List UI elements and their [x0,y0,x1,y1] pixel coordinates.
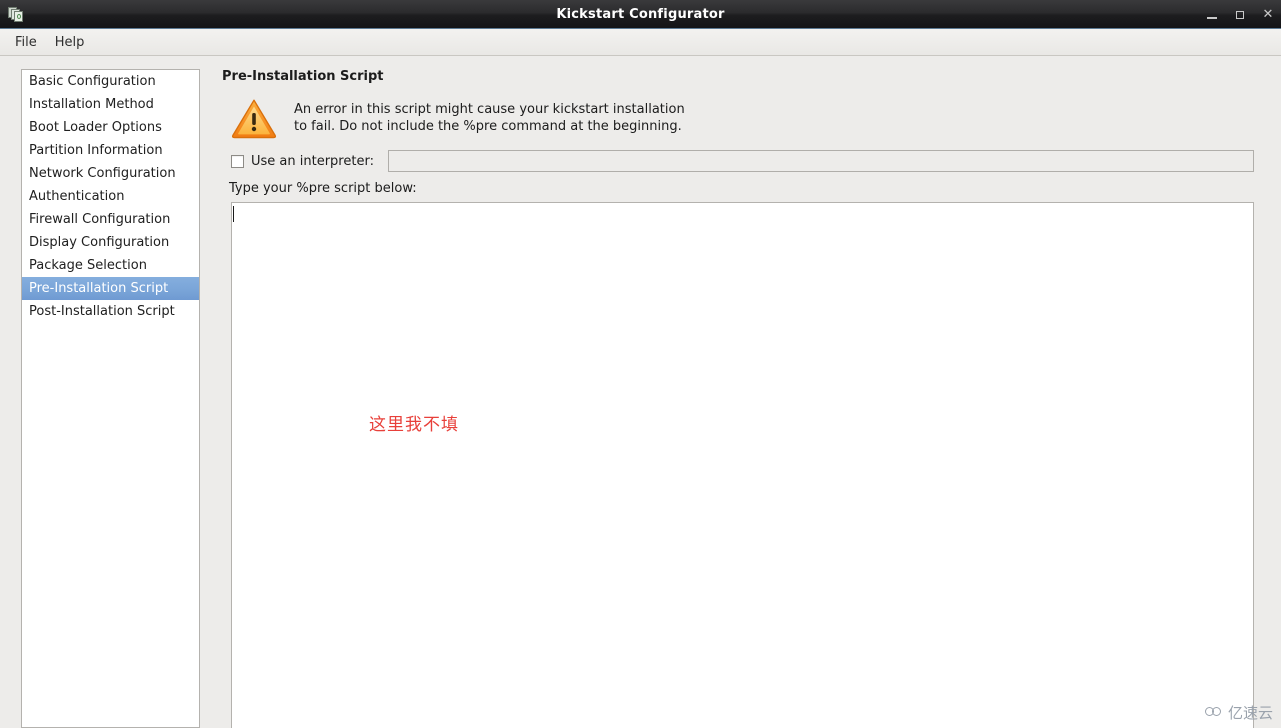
menu-item-help[interactable]: Help [46,32,94,53]
sidebar-item-package-selection[interactable]: Package Selection [22,254,199,277]
use-interpreter-label: Use an interpreter: [251,153,374,169]
sidebar-item-installation-method[interactable]: Installation Method [22,93,199,116]
sidebar-item-firewall-configuration[interactable]: Firewall Configuration [22,208,199,231]
close-button[interactable]: ✕ [1261,7,1275,22]
interpreter-row: Use an interpreter: [231,150,1281,172]
maximize-button[interactable] [1233,8,1247,22]
script-textarea[interactable]: 这里我不填 [231,202,1254,728]
script-label: Type your %pre script below: [229,181,417,196]
sidebar-item-authentication[interactable]: Authentication [22,185,199,208]
page-title: Pre-Installation Script [222,69,384,84]
sidebar-item-basic-configuration[interactable]: Basic Configuration [22,70,199,93]
warning-banner: An error in this script might cause your… [231,96,1281,139]
sidebar-item-post-installation-script[interactable]: Post-Installation Script [22,300,199,323]
title-bar: Kickstart Configurator ✕ [0,0,1281,29]
warning-message-line2: to fail. Do not include the %pre command… [294,119,682,134]
sidebar-list[interactable]: Basic Configuration Installation Method … [21,69,200,728]
app-stack-icon [8,6,24,22]
menu-bar: File Help [0,29,1281,56]
window-controls: ✕ [1205,0,1275,29]
sidebar-item-display-configuration[interactable]: Display Configuration [22,231,199,254]
sidebar-item-pre-installation-script[interactable]: Pre-Installation Script [22,277,199,300]
warning-message-line1: An error in this script might cause your… [294,102,685,117]
interpreter-input[interactable] [387,150,1254,172]
use-interpreter-checkbox[interactable] [231,154,244,168]
text-caret [233,206,234,222]
sidebar-item-network-configuration[interactable]: Network Configuration [22,162,199,185]
content-area: Basic Configuration Installation Method … [0,56,1281,728]
minimize-button[interactable] [1205,8,1219,22]
kickstart-configurator-window: Kickstart Configurator ✕ File Help Basic… [0,0,1281,728]
sidebar-item-partition-information[interactable]: Partition Information [22,139,199,162]
window-title: Kickstart Configurator [556,6,725,22]
warning-message: An error in this script might cause your… [294,96,714,135]
warning-triangle-icon [231,97,277,139]
menu-item-file[interactable]: File [6,32,46,53]
main-pane: Pre-Installation Script An error in this… [222,69,1281,728]
script-annotation-note: 这里我不填 [369,415,459,435]
sidebar-item-boot-loader-options[interactable]: Boot Loader Options [22,116,199,139]
